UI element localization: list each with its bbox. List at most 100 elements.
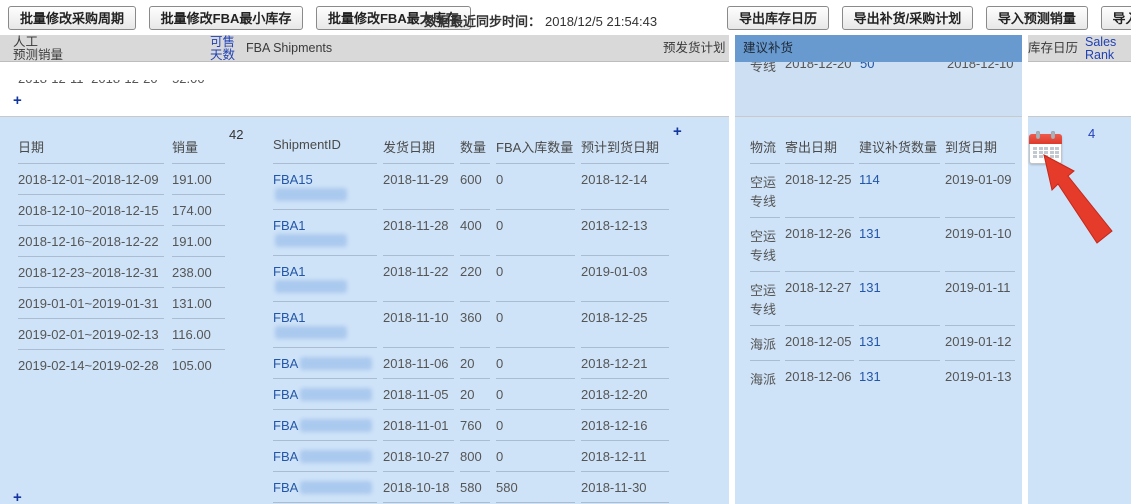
toolbar-left-group: 批量修改采购周期 批量修改FBA最小库存 批量修改FBA最大库存 xyxy=(8,6,480,30)
ship-col-id: ShipmentID xyxy=(273,129,377,163)
shipment-id-link[interactable]: FBA xyxy=(273,480,298,495)
forecast-col-qty: 销量 xyxy=(172,129,225,163)
batch-edit-purchase-cycle-button[interactable]: 批量修改采购周期 xyxy=(8,6,136,30)
ship-col-eta: 预计到货日期 xyxy=(581,129,669,163)
forecast-qty-cell: 131.00 xyxy=(172,287,225,318)
repl-qty-link[interactable]: 131 xyxy=(859,334,881,349)
shipment-qty-cell: 360 xyxy=(460,301,490,347)
forecast-date-range-cell: 2019-02-14~2019-02-28 xyxy=(18,349,164,380)
repl-col-logistics: 物流 xyxy=(750,129,780,163)
shipment-id-cell: FBA xyxy=(273,471,377,502)
shipment-date-cell: 2018-11-28 xyxy=(383,209,454,255)
repl-logistics-cell: 海派 xyxy=(750,360,780,395)
shipment-date-cell: 2018-10-27 xyxy=(383,440,454,471)
toolbar-right-group: 导出库存日历 导出补货/采购计划 导入预测销量 导入预发货计划 xyxy=(727,6,1131,30)
forecast-qty-cell: 105.00 xyxy=(172,349,225,380)
forecast-date-range-cell: 2018-12-16~2018-12-22 xyxy=(18,225,164,256)
column-suggested-replenishment: 建议补货 xyxy=(735,35,1022,62)
add-shipment-button[interactable]: + xyxy=(673,123,682,140)
inventory-replenishment-page: 批量修改采购周期 批量修改FBA最小库存 批量修改FBA最大库存 数据最近同步时… xyxy=(0,0,1131,504)
shipment-date-cell: 2018-10-18 xyxy=(383,471,454,502)
last-sync-time: 数据最近同步时间：2018/12/5 21:54:43 xyxy=(424,11,657,30)
shipment-id-redacted xyxy=(300,419,372,432)
shipment-id-link[interactable]: FBA xyxy=(273,449,298,464)
repl-shipdate-cell: 2018-12-06 xyxy=(785,360,854,395)
repl-qty-cell: 131 xyxy=(859,217,940,271)
forecast-col-date: 日期 xyxy=(18,129,164,163)
forecast-qty-cell: 191.00 xyxy=(172,225,225,256)
column-sellable-days: 可售天数 xyxy=(210,36,235,62)
repl-qty-link[interactable]: 131 xyxy=(859,369,881,384)
shipment-id-link[interactable]: FBA1 xyxy=(273,264,306,279)
shipment-inbound-cell: 0 xyxy=(496,255,575,301)
shipment-qty-cell: 600 xyxy=(460,163,490,209)
shipment-eta-cell: 2018-12-14 xyxy=(581,163,669,209)
toolbar: 批量修改采购周期 批量修改FBA最小库存 批量修改FBA最大库存 数据最近同步时… xyxy=(0,0,1131,35)
last-sync-label: 数据最近同步时间： xyxy=(424,14,541,29)
shipments-table: ShipmentID 发货日期 数量 FBA入库数量 预计到货日期 FBA15 … xyxy=(273,129,663,504)
import-pre-shipping-plan-button[interactable]: 导入预发货计划 xyxy=(1101,6,1131,30)
forecast-date-range-cell: 2018-12-10~2018-12-15 xyxy=(18,194,164,225)
repl-col-arrival: 到货日期 xyxy=(945,129,1015,163)
shipment-id-link[interactable]: FBA1 xyxy=(273,218,306,233)
shipment-inbound-cell: 0 xyxy=(496,378,575,409)
shipment-eta-cell: 2018-12-11 xyxy=(581,440,669,471)
shipment-inbound-cell: 0 xyxy=(496,347,575,378)
repl-logistics-cell: 空运专线 xyxy=(750,217,780,271)
shipment-eta-cell: 2018-12-20 xyxy=(581,378,669,409)
repl-qty-link[interactable]: 114 xyxy=(859,172,880,187)
repl-col-shipdate: 寄出日期 xyxy=(785,129,854,163)
forecast-qty-cell: 174.00 xyxy=(172,194,225,225)
repl-qty-link[interactable]: 131 xyxy=(859,226,881,241)
shipment-id-cell: FBA1 xyxy=(273,255,377,301)
shipment-id-redacted xyxy=(275,234,347,247)
shipment-qty-cell: 400 xyxy=(460,209,490,255)
shipment-id-link[interactable]: FBA xyxy=(273,418,298,433)
import-forecast-sales-button[interactable]: 导入预测销量 xyxy=(986,6,1088,30)
shipment-id-cell: FBA1 xyxy=(273,209,377,255)
repl-arrival-cell: 2019-01-13 xyxy=(945,360,1015,395)
shipment-id-cell: FBA xyxy=(273,347,377,378)
shipment-id-redacted xyxy=(300,388,372,401)
repl-shipdate-cell: 2018-12-25 xyxy=(785,163,854,217)
shipment-id-link[interactable]: FBA1 xyxy=(273,310,306,325)
shipment-qty-cell: 220 xyxy=(460,255,490,301)
shipment-id-cell: FBA xyxy=(273,440,377,471)
shipment-id-link[interactable]: FBA xyxy=(273,356,298,371)
shipment-id-redacted xyxy=(275,326,347,339)
shipment-id-redacted xyxy=(300,450,372,463)
repl-qty-cell: 114 xyxy=(859,163,940,217)
batch-edit-fba-min-stock-button[interactable]: 批量修改FBA最小库存 xyxy=(149,6,304,30)
add-forecast-row-button[interactable]: + xyxy=(13,92,22,109)
shipment-id-link[interactable]: FBA15 xyxy=(273,172,313,187)
shipment-id-cell: FBA xyxy=(273,409,377,440)
shipment-id-redacted xyxy=(275,188,347,201)
add-forecast-period-button[interactable]: + xyxy=(13,489,22,504)
red-arrow-annotation xyxy=(1036,152,1116,244)
column-header-band: 人工预测销量 可售天数 FBA Shipments 预发货计划 建议补货 库存日… xyxy=(0,35,1131,62)
forecast-qty-cell: 116.00 xyxy=(172,318,225,349)
repl-qty-cell: 131 xyxy=(859,325,940,360)
shipment-id-redacted xyxy=(300,357,372,370)
shipment-id-link[interactable]: FBA xyxy=(273,387,298,402)
clipped-replenishment-fragment: 专线 2018-12-20 50 2018-12-10 xyxy=(735,62,1022,116)
repl-qty-link[interactable]: 131 xyxy=(859,280,881,295)
clipped-forecast-fragment: 2018-12-11~2018-12-20 52.00 xyxy=(18,80,233,88)
shipment-date-cell: 2018-11-22 xyxy=(383,255,454,301)
repl-logistics-cell: 空运专线 xyxy=(750,163,780,217)
shipment-id-cell: FBA15 xyxy=(273,163,377,209)
shipment-id-redacted xyxy=(275,280,347,293)
shipment-eta-cell: 2018-12-16 xyxy=(581,409,669,440)
export-replenishment-plan-button[interactable]: 导出补货/采购计划 xyxy=(842,6,974,30)
repl-shipdate-cell: 2018-12-27 xyxy=(785,271,854,325)
export-inventory-calendar-button[interactable]: 导出库存日历 xyxy=(727,6,829,30)
shipment-qty-cell: 580 xyxy=(460,471,490,502)
shipment-qty-cell: 760 xyxy=(460,409,490,440)
column-pre-shipping-plan: 预发货计划 xyxy=(663,35,726,61)
sellable-days-value: 42 xyxy=(229,127,243,142)
forecast-date-range-cell: 2018-12-01~2018-12-09 xyxy=(18,163,164,194)
ship-col-inbound: FBA入库数量 xyxy=(496,129,575,163)
ship-col-qty: 数量 xyxy=(460,129,490,163)
shipment-date-cell: 2018-11-01 xyxy=(383,409,454,440)
column-fba-shipments: FBA Shipments xyxy=(246,35,332,61)
